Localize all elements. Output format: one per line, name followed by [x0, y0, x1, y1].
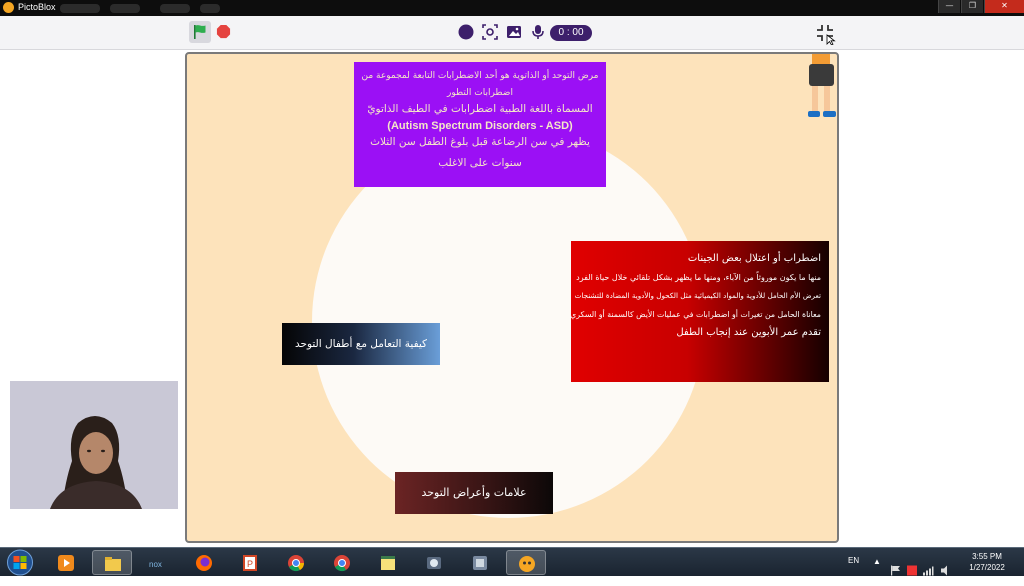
app-icon-9[interactable] [460, 550, 500, 575]
stage-canvas[interactable]: مرض التوحد أو الذاتوية هو أحد الاضطرابات… [185, 52, 839, 543]
system-clock[interactable]: 3:55 PM 1/27/2022 [962, 551, 1012, 573]
action-center-flag-icon[interactable] [890, 556, 902, 585]
definition-line: يظهر في سن الرضاعة قبل بلوغ الطفل سن الث… [370, 136, 590, 148]
svg-text:P: P [247, 559, 253, 569]
volume-icon[interactable] [940, 556, 952, 585]
definition-line: مرض التوحد أو الذاتوية هو أحد الاضطرابات… [361, 71, 599, 98]
sticky-notes-icon[interactable] [368, 550, 408, 575]
tab-placeholder [160, 4, 190, 13]
presenter-image [10, 381, 178, 509]
autism-causes-box[interactable]: اضطراب أو اعتلال بعض الجينات منها ما يكو… [570, 241, 829, 382]
fullscreen-exit-icon[interactable] [813, 21, 837, 45]
cause-line: معاناة الحامل من تغيرات أو اضطرابات في ع… [570, 309, 821, 319]
webcam-video [10, 381, 178, 509]
cause-line: تعرض الأم الحامل للأدوية والمواد الكيميا… [574, 291, 821, 300]
autism-signs-symptoms-button[interactable]: علامات وأعراض التوحد [395, 472, 553, 514]
record-icon[interactable] [458, 24, 474, 40]
title-bar: PictoBlox — ❐ ✕ [0, 0, 1024, 16]
media-player-icon[interactable] [46, 550, 86, 575]
definition-line: سنوات على الاغلب [438, 156, 522, 169]
autism-definition-box[interactable]: مرض التوحد أو الذاتوية هو أحد الاضطرابات… [354, 62, 606, 187]
cause-line: تقدم عمر الأبوين عند إنجاب الطفل [676, 327, 821, 338]
character-sprite[interactable] [802, 54, 838, 124]
microphone-icon[interactable] [530, 24, 546, 40]
start-button[interactable] [5, 549, 35, 576]
minimize-button[interactable]: — [938, 0, 960, 13]
cause-line: اضطراب أو اعتلال بعض الجينات [687, 253, 821, 264]
tab-placeholder [110, 4, 140, 13]
recording-timer: 0 : 00 [550, 25, 592, 41]
pictoblox-icon[interactable] [506, 550, 546, 575]
file-explorer-icon[interactable] [92, 550, 132, 575]
stop-icon[interactable] [216, 24, 231, 39]
firefox-icon[interactable] [184, 550, 224, 575]
stage-toolbar: 0 : 00 [0, 16, 1024, 50]
close-button[interactable]: ✕ [984, 0, 1024, 13]
screenshot-icon[interactable] [482, 24, 498, 40]
cause-line: منها ما يكون موروثاً من الآباء، ومنها ما… [576, 272, 821, 282]
clock-time: 3:55 PM [972, 552, 1002, 561]
window-title: PictoBlox [18, 2, 56, 12]
tab-placeholder [200, 4, 220, 13]
maximize-button[interactable]: ❐ [961, 0, 983, 13]
chrome-icon[interactable] [276, 550, 316, 575]
tray-expand-icon[interactable]: ▲ [873, 557, 881, 586]
app-icon-8[interactable] [414, 550, 454, 575]
image-icon[interactable] [506, 24, 522, 40]
powerpoint-icon[interactable]: P [230, 550, 270, 575]
green-flag-icon[interactable] [189, 21, 211, 43]
windows-taskbar: nox P EN ▲ 3:55 PM 1/27/2022 [0, 547, 1024, 576]
pictoblox-logo-icon [3, 2, 14, 13]
clock-date: 1/27/2022 [969, 563, 1005, 572]
definition-line-english: (Autism Spectrum Disorders - ASD) [387, 119, 573, 132]
definition-line: المسماة باللغة الطبية اضطرابات في الطيف … [367, 103, 593, 115]
language-indicator[interactable]: EN [848, 556, 859, 585]
network-icon[interactable] [922, 556, 934, 585]
nox-icon[interactable]: nox [138, 550, 178, 575]
chrome-beta-icon[interactable] [322, 550, 362, 575]
dealing-with-autistic-children-button[interactable]: كيفية التعامل مع أطفال التوحد [282, 323, 440, 365]
svg-text:nox: nox [149, 560, 162, 569]
notification-icon[interactable] [906, 556, 918, 585]
tab-placeholder [60, 4, 100, 13]
